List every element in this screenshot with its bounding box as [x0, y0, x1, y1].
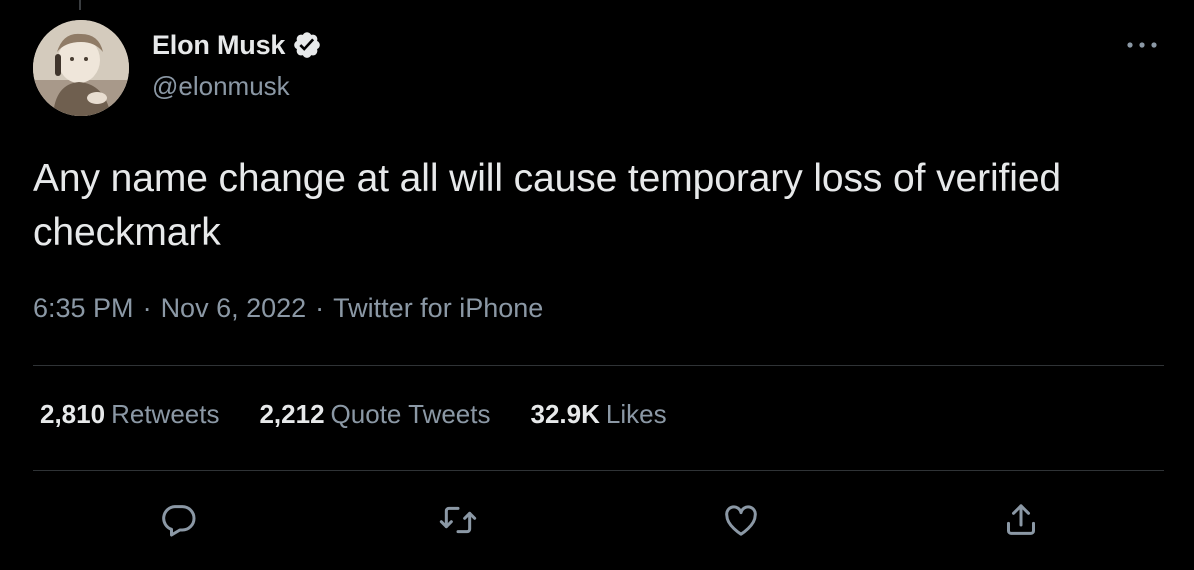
- likes-count: 32.9K: [530, 399, 600, 429]
- divider: [33, 470, 1164, 471]
- retweets-label: Retweets: [111, 399, 220, 429]
- retweet-button[interactable]: [434, 496, 482, 544]
- divider: [33, 365, 1164, 366]
- engagement-stats: 2,810 Retweets 2,212 Quote Tweets 32.9K Lik…: [40, 399, 707, 430]
- tweet-source[interactable]: Twitter for iPhone: [333, 293, 543, 324]
- retweets-stat[interactable]: 2,810 Retweets: [40, 399, 219, 430]
- quote-tweets-label: Quote Tweets: [330, 399, 491, 429]
- like-button[interactable]: [717, 496, 765, 544]
- tweet-date[interactable]: Nov 6, 2022: [161, 293, 307, 324]
- meta-separator: ·: [142, 293, 152, 323]
- reply-button[interactable]: [155, 496, 203, 544]
- retweet-icon: [439, 506, 477, 534]
- retweets-count: 2,810: [40, 399, 106, 429]
- more-dots-icon: [1127, 42, 1157, 48]
- quote-tweets-count: 2,212: [259, 399, 325, 429]
- avatar[interactable]: [33, 20, 129, 116]
- reply-icon: [162, 505, 196, 537]
- likes-stat[interactable]: 32.9K Likes: [531, 399, 667, 430]
- quote-tweets-stat[interactable]: 2,212 Quote Tweets: [259, 399, 490, 430]
- user-handle[interactable]: @elonmusk: [152, 71, 290, 102]
- share-button[interactable]: [997, 496, 1045, 544]
- meta-separator: ·: [315, 293, 325, 323]
- thread-connector-line: [79, 0, 81, 10]
- tweet-text: Any name change at all will cause tempor…: [33, 157, 1061, 254]
- like-icon: [725, 505, 757, 536]
- share-icon: [1007, 504, 1035, 535]
- verified-badge-icon: [292, 30, 322, 60]
- tweet-metadata: 6:35 PM · Nov 6, 2022 · Twitter for iPho…: [33, 293, 543, 324]
- more-options-button[interactable]: [1120, 30, 1164, 60]
- display-name[interactable]: Elon Musk: [152, 30, 285, 61]
- tweet-time[interactable]: 6:35 PM: [33, 293, 134, 324]
- avatar-photo: [33, 20, 129, 116]
- likes-label: Likes: [605, 399, 667, 429]
